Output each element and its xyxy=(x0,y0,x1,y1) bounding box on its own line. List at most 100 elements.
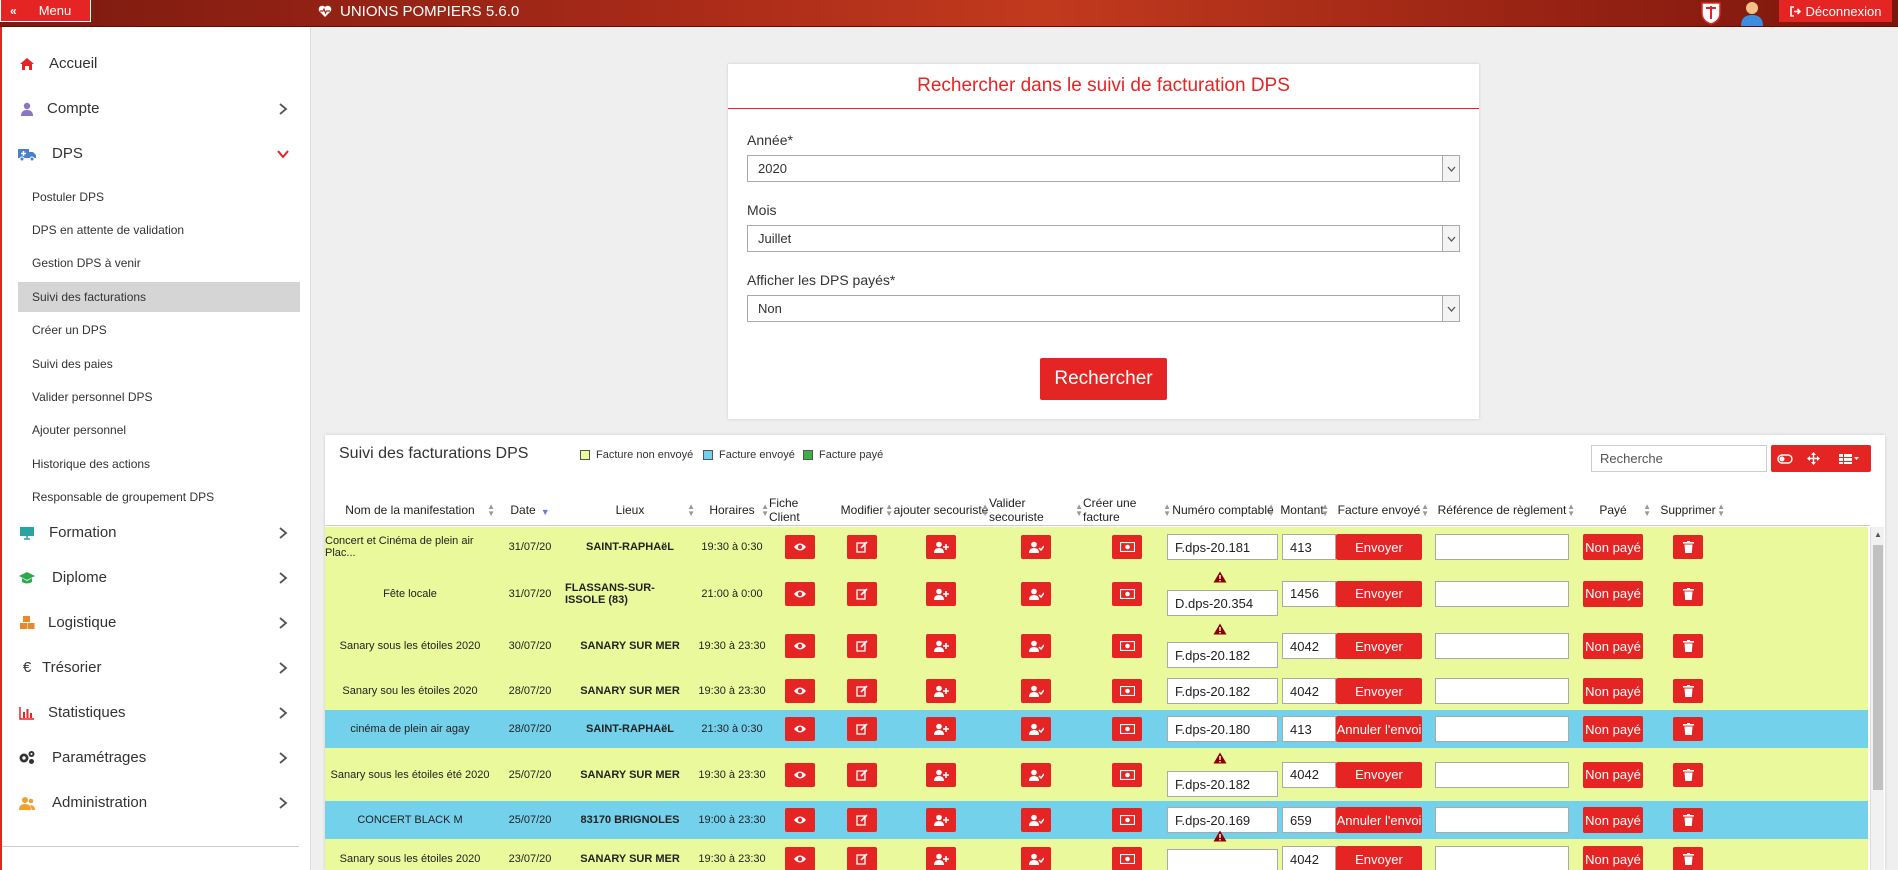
sidebar-subitem-historique[interactable]: Historique des actions xyxy=(18,449,300,479)
edit-button[interactable] xyxy=(847,717,877,741)
amount-input[interactable]: 4042 xyxy=(1282,633,1336,659)
validate-rescuer-button[interactable] xyxy=(1021,808,1051,832)
validate-rescuer-button[interactable] xyxy=(1021,535,1051,559)
edit-button[interactable] xyxy=(847,679,877,703)
payment-reference-input[interactable] xyxy=(1435,678,1569,704)
column-header-supprimer[interactable]: Supprimer ▲ ▼ xyxy=(1651,495,1725,525)
amount-input[interactable]: 4042 xyxy=(1282,678,1336,704)
edit-button[interactable] xyxy=(847,535,877,559)
sidebar-item-logistique[interactable]: Logistique xyxy=(2,600,307,645)
scroll-up-icon[interactable]: ▲ xyxy=(1874,530,1882,539)
unpaid-button[interactable]: Non payé xyxy=(1583,716,1643,742)
sidebar-subitem-gestion-dps[interactable]: Gestion DPS à venir xyxy=(18,248,300,278)
add-rescuer-button[interactable] xyxy=(926,762,956,787)
column-header-valider-secouriste[interactable]: Valider secouriste ▲ ▼ xyxy=(989,495,1083,525)
unpaid-button[interactable]: Non payé xyxy=(1583,761,1643,788)
accounting-number-input[interactable]: F.dps-20.182 xyxy=(1167,771,1278,797)
column-header-facture-envoye[interactable]: Facture envoyé ▲ ▼ xyxy=(1329,495,1429,525)
create-invoice-button[interactable] xyxy=(1112,808,1142,832)
sidebar-subitem-postuler-dps[interactable]: Postuler DPS xyxy=(18,182,300,212)
unpaid-button[interactable]: Non payé xyxy=(1583,534,1643,560)
add-rescuer-button[interactable] xyxy=(926,581,956,606)
edit-button[interactable] xyxy=(847,762,877,787)
column-header-fiche-client[interactable]: Fiche Client xyxy=(769,495,831,525)
create-invoice-button[interactable] xyxy=(1112,634,1142,658)
month-select[interactable]: Juillet xyxy=(747,225,1460,252)
column-header-ajouter-secouriste[interactable]: ajouter secouriste ▲ ▼ xyxy=(893,495,989,525)
sidebar-item-parametrages[interactable]: Paramétrages xyxy=(2,735,307,780)
column-header-date[interactable]: Date ▼ xyxy=(495,495,565,525)
menu-button[interactable]: « Menu xyxy=(0,0,91,22)
sidebar-item-administration[interactable]: Administration xyxy=(2,780,307,825)
validate-rescuer-button[interactable] xyxy=(1021,717,1051,741)
column-header-reference[interactable]: Référence de règlement ▲ ▼ xyxy=(1429,495,1575,525)
unpaid-button[interactable]: Non payé xyxy=(1583,633,1643,659)
add-rescuer-button[interactable] xyxy=(926,679,956,703)
unpaid-button[interactable]: Non payé xyxy=(1583,678,1643,704)
validate-rescuer-button[interactable] xyxy=(1021,581,1051,606)
table-scrollbar[interactable]: ▲ xyxy=(1870,527,1884,870)
view-client-button[interactable] xyxy=(785,679,815,703)
add-rescuer-button[interactable] xyxy=(926,634,956,658)
column-header-lieux[interactable]: Lieux ▲ ▼ xyxy=(565,495,695,525)
accounting-number-input[interactable]: D.dps-20.354 xyxy=(1167,590,1278,616)
sidebar-item-formation[interactable]: Formation xyxy=(2,510,307,555)
cancel-send-button[interactable]: Annuler l'envoi xyxy=(1336,807,1422,833)
amount-input[interactable]: 4042 xyxy=(1282,846,1336,870)
search-button[interactable]: Rechercher xyxy=(1040,358,1167,400)
scrollbar-thumb[interactable] xyxy=(1873,545,1883,790)
sidebar-subitem-suivi-paies[interactable]: Suivi des paies xyxy=(18,349,300,379)
send-invoice-button[interactable]: Envoyer xyxy=(1336,678,1422,704)
create-invoice-button[interactable] xyxy=(1112,679,1142,703)
avatar[interactable] xyxy=(1738,0,1766,26)
columns-dropdown-icon[interactable] xyxy=(1827,445,1871,472)
column-header-name[interactable]: Nom de la manifestation ▲ ▼ xyxy=(325,495,495,525)
validate-rescuer-button[interactable] xyxy=(1021,634,1051,658)
payment-reference-input[interactable] xyxy=(1435,534,1569,560)
unpaid-button[interactable]: Non payé xyxy=(1583,846,1643,870)
view-client-button[interactable] xyxy=(785,535,815,559)
view-client-button[interactable] xyxy=(785,717,815,741)
delete-button[interactable] xyxy=(1673,634,1703,658)
add-rescuer-button[interactable] xyxy=(926,808,956,832)
validate-rescuer-button[interactable] xyxy=(1021,679,1051,703)
delete-button[interactable] xyxy=(1673,847,1703,870)
payment-reference-input[interactable] xyxy=(1435,716,1569,742)
unpaid-button[interactable]: Non payé xyxy=(1583,580,1643,607)
view-client-button[interactable] xyxy=(785,847,815,870)
sidebar-item-statistiques[interactable]: Statistiques xyxy=(2,690,307,735)
column-header-modifier[interactable]: Modifier ▲ ▼ xyxy=(831,495,893,525)
sidebar-subitem-valider-personnel[interactable]: Valider personnel DPS xyxy=(18,382,300,412)
send-invoice-button[interactable]: Envoyer xyxy=(1336,534,1422,560)
validate-rescuer-button[interactable] xyxy=(1021,762,1051,787)
sidebar-item-accueil[interactable]: Accueil xyxy=(2,41,307,86)
send-invoice-button[interactable]: Envoyer xyxy=(1336,846,1422,870)
create-invoice-button[interactable] xyxy=(1112,581,1142,606)
delete-button[interactable] xyxy=(1673,762,1703,787)
payment-reference-input[interactable] xyxy=(1435,846,1569,870)
column-header-paye[interactable]: Payé ▲ ▼ xyxy=(1575,495,1651,525)
delete-button[interactable] xyxy=(1673,535,1703,559)
validate-rescuer-button[interactable] xyxy=(1021,847,1051,870)
payment-reference-input[interactable] xyxy=(1435,580,1569,607)
view-client-button[interactable] xyxy=(785,808,815,832)
create-invoice-button[interactable] xyxy=(1112,762,1142,787)
create-invoice-button[interactable] xyxy=(1112,535,1142,559)
send-invoice-button[interactable]: Envoyer xyxy=(1336,633,1422,659)
accounting-number-input[interactable]: F.dps-20.181 xyxy=(1167,534,1278,560)
amount-input[interactable]: 4042 xyxy=(1282,761,1336,788)
view-client-button[interactable] xyxy=(785,634,815,658)
column-header-numero[interactable]: Numéro comptable ▲ ▼ xyxy=(1171,495,1275,525)
amount-input[interactable]: 413 xyxy=(1282,716,1336,742)
sidebar-subitem-dps-attente[interactable]: DPS en attente de validation xyxy=(18,215,300,245)
table-search-input[interactable]: Recherche xyxy=(1591,445,1767,472)
column-header-horaires[interactable]: Horaires ▲ ▼ xyxy=(695,495,769,525)
accounting-number-input[interactable] xyxy=(1167,849,1278,870)
edit-button[interactable] xyxy=(847,634,877,658)
sidebar-item-tresorier[interactable]: € Trésorier xyxy=(2,645,307,690)
payment-reference-input[interactable] xyxy=(1435,761,1569,788)
amount-input[interactable]: 659 xyxy=(1282,807,1336,833)
send-invoice-button[interactable]: Envoyer xyxy=(1336,761,1422,788)
sidebar-subitem-responsable[interactable]: Responsable de groupement DPS xyxy=(18,482,300,512)
add-rescuer-button[interactable] xyxy=(926,847,956,870)
